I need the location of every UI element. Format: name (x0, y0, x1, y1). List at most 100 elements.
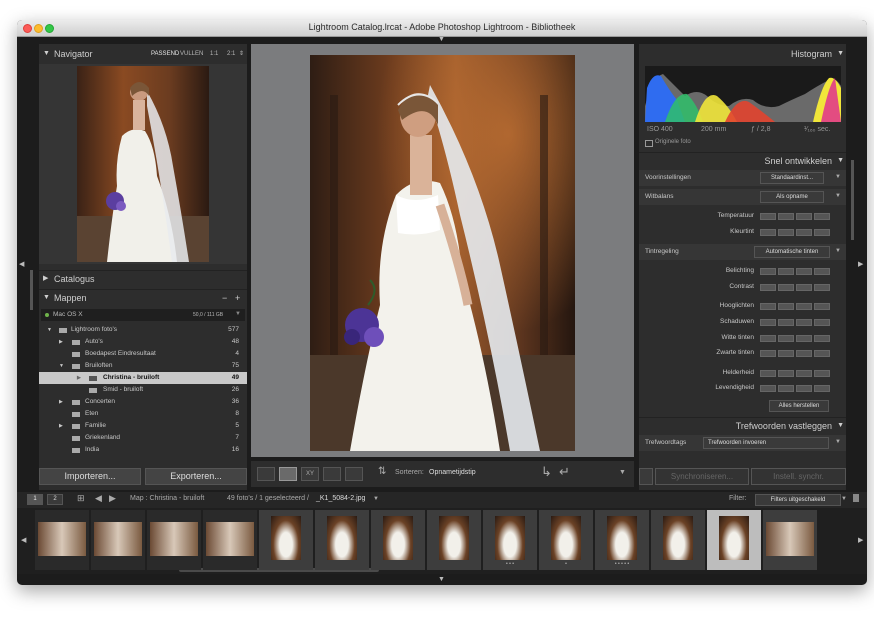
sort-value[interactable]: Opnametijdstip (429, 469, 476, 476)
bottom-panel-toggle-icon[interactable]: ▼ (438, 576, 445, 584)
folder-item-india[interactable]: India 16 (39, 444, 245, 456)
add-folder-icon[interactable]: + (235, 290, 240, 306)
zoom-1-1-option[interactable]: 1:1 (210, 46, 218, 62)
zoom-fit-option[interactable]: PASSEND (151, 46, 179, 62)
filter-lock-icon[interactable] (853, 494, 859, 502)
filmstrip-thumbnail[interactable]: • • • • • (595, 510, 649, 570)
filter-select[interactable]: Filters uitgeschakeld (755, 494, 841, 506)
zoom-fill-option[interactable]: VULLEN (180, 46, 203, 62)
chevron-down-icon[interactable]: ▼ (835, 248, 841, 254)
keyword-tags-select[interactable]: Trefwoorden invoeren (703, 437, 829, 449)
left-panel-toggle-icon[interactable]: ◀ (19, 261, 24, 269)
source-path[interactable]: Map : Christina - bruiloft (130, 495, 204, 502)
filmstrip-thumbnail[interactable] (259, 510, 313, 570)
synchronize-button[interactable]: Synchroniseren... (655, 468, 749, 485)
whites-stepper[interactable] (760, 335, 830, 342)
folder-item-eten[interactable]: Eten 8 (39, 408, 245, 420)
folder-item-autos[interactable]: ▶ Auto's 48 (39, 336, 245, 348)
catalog-header[interactable]: ▶ Catalogus (39, 270, 247, 287)
toolbar-menu-icon[interactable]: ▼ (619, 469, 626, 476)
remove-folder-icon[interactable]: − (222, 290, 227, 306)
top-panel-toggle-icon[interactable]: ▼ (438, 36, 445, 44)
folder-item-bruiloften[interactable]: ▼ Bruiloften 75 (39, 360, 245, 372)
right-scrollbar[interactable] (851, 160, 854, 240)
left-panel: ▼ Navigator PASSEND VULLEN 1:1 2:1 ⇕ ▶ C… (39, 44, 247, 490)
navigator-preview[interactable] (39, 64, 247, 264)
rotate-left-icon[interactable]: ↳ (541, 464, 552, 480)
filmstrip-thumbnail[interactable] (651, 510, 705, 570)
filmstrip-thumbnail-selected[interactable] (707, 510, 761, 570)
window-2-button[interactable]: 2 (47, 494, 63, 505)
chevron-down-icon[interactable]: ▼ (841, 496, 847, 502)
left-scrollbar[interactable] (30, 270, 33, 310)
folder-item-familie[interactable]: ▶ Familie 5 (39, 420, 245, 432)
contrast-stepper[interactable] (760, 284, 830, 291)
window-title: Lightroom Catalog.lrcat - Adobe Photosho… (308, 22, 576, 32)
filmstrip-left-arrow-icon[interactable]: ◀ (21, 536, 26, 544)
sort-direction-icon[interactable]: ⇅ (378, 466, 386, 477)
shadows-stepper[interactable] (760, 319, 830, 326)
clarity-stepper[interactable] (760, 370, 830, 377)
zoom-2-1-option[interactable]: 2:1 (227, 46, 235, 62)
filmstrip-thumbnail[interactable] (427, 510, 481, 570)
filmstrip-thumbnail[interactable] (147, 510, 201, 570)
tint-stepper[interactable] (760, 229, 830, 236)
chevron-down-icon[interactable]: ▼ (835, 193, 841, 199)
volume-bar[interactable]: Mac OS X 50,0 / 111 GB ▼ (41, 309, 245, 321)
exposure-stepper[interactable] (760, 268, 830, 275)
folders-header[interactable]: ▼ Mappen − + (39, 289, 247, 306)
rotate-right-icon[interactable]: ↵ (559, 464, 570, 480)
highlights-stepper[interactable] (760, 303, 830, 310)
compare-view-button[interactable]: XY (301, 467, 319, 481)
window-1-button[interactable]: 1 (27, 494, 43, 505)
grid-view-button[interactable] (257, 467, 275, 481)
right-panel-toggle-icon[interactable]: ▶ (858, 261, 863, 269)
sync-settings-button[interactable]: Instell. synchr. (751, 468, 846, 485)
loupe-view-button[interactable] (279, 467, 297, 481)
export-button[interactable]: Exporteren... (145, 468, 247, 485)
forward-arrow-icon[interactable]: ▶ (109, 493, 116, 504)
survey-view-button[interactable] (323, 467, 341, 481)
white-balance-select[interactable]: Als opname (760, 191, 824, 203)
temperature-stepper[interactable] (760, 213, 830, 220)
folder-item-concerten[interactable]: ▶ Concerten 36 (39, 396, 245, 408)
vibrance-stepper[interactable] (760, 385, 830, 392)
folder-item-smid[interactable]: Smid - bruiloft 26 (39, 384, 245, 396)
people-view-button[interactable] (345, 467, 363, 481)
filmstrip-thumbnail[interactable]: • • • (483, 510, 537, 570)
histogram-graph[interactable] (645, 66, 841, 122)
original-photo-checkbox[interactable] (645, 140, 653, 147)
selected-file[interactable]: _K1_5084-2.jpg (316, 495, 365, 502)
chevron-down-icon[interactable]: ▼ (835, 439, 841, 445)
filmstrip-thumbnail[interactable] (91, 510, 145, 570)
reset-all-button[interactable]: Alles herstellen (769, 400, 829, 412)
presets-select[interactable]: Standaardinst... (760, 172, 824, 184)
back-arrow-icon[interactable]: ◀ (95, 493, 102, 504)
filmstrip-thumbnail[interactable] (763, 510, 817, 570)
grid-icon[interactable]: ⊞ (77, 493, 85, 504)
folder-count: 48 (231, 338, 239, 345)
histogram-header[interactable]: Histogram ▼ (639, 46, 846, 62)
filmstrip-right-arrow-icon[interactable]: ▶ (858, 536, 863, 544)
filmstrip-thumbnail[interactable] (203, 510, 257, 570)
filmstrip-thumbnail[interactable] (315, 510, 369, 570)
folder-item-lightroom-photos[interactable]: ▼ Lightroom foto's 577 (39, 324, 245, 336)
folder-item-christina-selected[interactable]: ▶ Christina - bruiloft 49 (39, 372, 247, 384)
keywording-header[interactable]: Trefwoorden vastleggen ▼ (639, 417, 846, 434)
chevron-down-icon[interactable]: ▼ (373, 496, 379, 502)
quick-develop-header[interactable]: Snel ontwikkelen ▼ (639, 152, 846, 169)
sync-switch[interactable] (639, 468, 653, 485)
blacks-stepper[interactable] (760, 350, 830, 357)
import-button[interactable]: Importeren... (39, 468, 141, 485)
filmstrip-thumbnail[interactable] (371, 510, 425, 570)
chevron-down-icon[interactable]: ▼ (835, 174, 841, 180)
filmstrip-thumbnail[interactable] (35, 510, 89, 570)
navigator-header[interactable]: ▼ Navigator PASSEND VULLEN 1:1 2:1 ⇕ (39, 46, 247, 62)
auto-tone-button[interactable]: Automatische tinten (754, 246, 830, 258)
zoom-menu-icon[interactable]: ⇕ (239, 46, 244, 62)
chevron-down-icon[interactable]: ▼ (235, 311, 241, 317)
folder-item-boedapest[interactable]: Boedapest Eindresultaat 4 (39, 348, 245, 360)
folder-item-griekenland[interactable]: Griekenland 7 (39, 432, 245, 444)
filmstrip-thumbnail[interactable]: • (539, 510, 593, 570)
loupe-view[interactable] (251, 44, 634, 457)
